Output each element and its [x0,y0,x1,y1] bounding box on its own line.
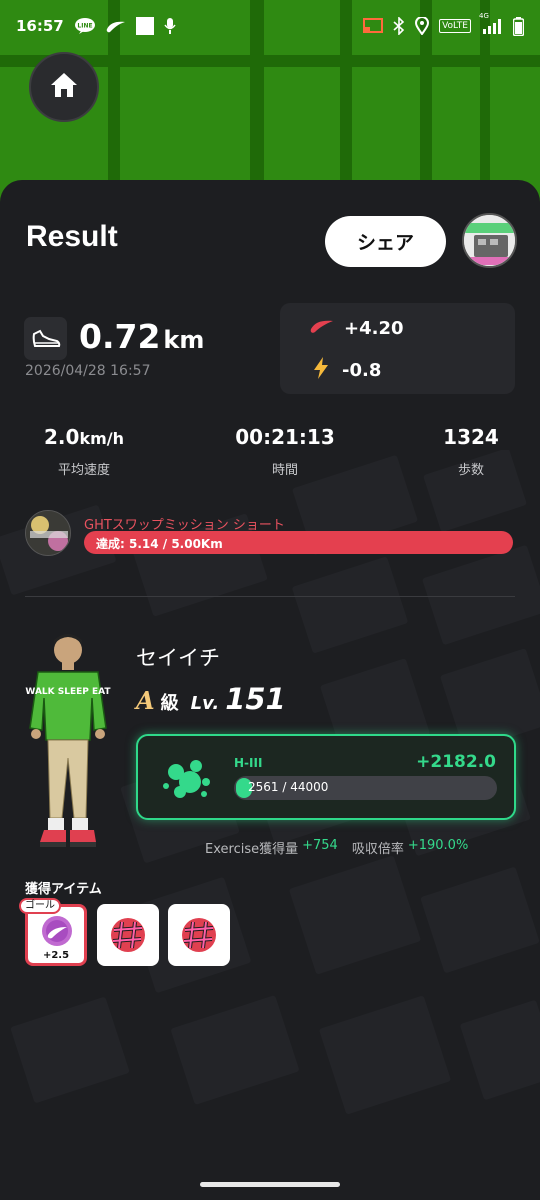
goal-badge: ゴール [19,898,61,914]
hashtag-sticker-icon [179,915,219,959]
square-icon [135,17,154,35]
distance-value: 0.72 km [79,317,204,356]
stat-duration: 00:21:13 時間 [220,425,350,478]
exercise-label: Exercise獲得量 [205,842,299,857]
item-count: +2.5 [42,950,70,961]
distance-unit: km [163,326,205,354]
stat-label: 歩数 [457,463,484,478]
run-datetime: 2026/04/28 16:57 [25,363,151,379]
stat-value: 00:21:13 [235,425,335,449]
level-label: Lv. [190,693,220,714]
volte-icon: VoLTE [439,19,471,33]
stat-avg-speed: 2.0 km/h 平均速度 [19,425,149,478]
status-time: 16:57 [16,17,64,35]
energy-progress-bar: 2561 / 44000 [234,776,497,800]
home-button[interactable] [29,52,99,122]
nike-icon [106,19,126,33]
shirt-text: WALK SLEEP EAT [25,687,111,697]
mission-badge-icon [25,510,71,556]
nike-gain-row: +4.20 [310,318,404,339]
location-icon [415,17,430,35]
exercise-value: +754 [302,838,338,853]
exercise-row: Exercise獲得量 +754 吸収倍率 +190.0% [205,838,468,857]
items-title: 獲得アイテム [25,882,102,897]
item-slot[interactable] [168,904,230,966]
character-illustration: WALK SLEEP EAT [18,628,118,858]
character-rank: A 級 Lv. 151 [136,682,286,716]
energy-card[interactable]: H-III +2182.0 2561 / 44000 [136,734,516,820]
energy-gain-row: -0.8 [310,356,381,385]
mission-progress-bar: 達成: 5.14 / 5.00Km [84,531,513,554]
stat-label: 平均速度 [57,463,110,478]
gain-box: +4.20 -0.8 [280,303,515,394]
bluetooth-icon [393,17,405,35]
nike-coin-icon [40,914,74,952]
item-slot[interactable] [97,904,159,966]
stat-value: 2.0 [44,425,80,449]
stat-steps: 1324 歩数 [406,425,536,478]
character-name: セイイチ [136,646,220,670]
energy-type-label: H-III [234,756,263,770]
level-number: 151 [225,682,286,716]
share-button[interactable]: シェア [325,216,446,267]
svg-text:LINE: LINE [77,23,92,30]
signal-icon: 4G [479,12,503,34]
mic-icon [164,17,176,35]
energy-gain-value: -0.8 [342,360,382,381]
home-icon [49,71,79,103]
status-bar: 16:57 LINE VoLTE 4G [0,0,540,52]
energy-progress-text: 2561 / 44000 [248,780,329,794]
absorb-value: +190.0% [407,838,469,853]
nike-swoosh-icon [310,318,334,339]
result-sheet: Result シェア 0.72 km 2026/04/28 16:57 +4.2… [0,180,540,1200]
page-title: Result [26,220,118,253]
battery-icon [513,16,524,36]
avatar[interactable] [462,213,517,268]
stat-unit: km/h [79,429,124,448]
hashtag-sticker-icon [108,915,148,959]
item-slot[interactable]: ゴール +2.5 [19,898,87,966]
mission-progress-text: 達成: 5.14 / 5.00Km [96,537,223,551]
stat-value: 1324 [443,425,499,449]
cast-icon [363,18,384,34]
gesture-nav-bar[interactable] [200,1182,340,1187]
rank-letter: A [136,686,155,715]
nike-gain-value: +4.20 [344,318,404,339]
stat-label: 時間 [271,463,298,478]
lightning-icon [310,356,332,385]
network-type-label: 4G [479,12,489,20]
energy-gain-total: +2182.0 [416,752,496,772]
line-icon: LINE [74,18,96,34]
absorb-label: 吸収倍率 [351,842,404,857]
divider [25,596,515,597]
rank-suffix: 級 [160,693,179,714]
energy-orb-icon [160,752,212,806]
shoe-icon [24,317,67,360]
distance-number: 0.72 [79,317,161,356]
